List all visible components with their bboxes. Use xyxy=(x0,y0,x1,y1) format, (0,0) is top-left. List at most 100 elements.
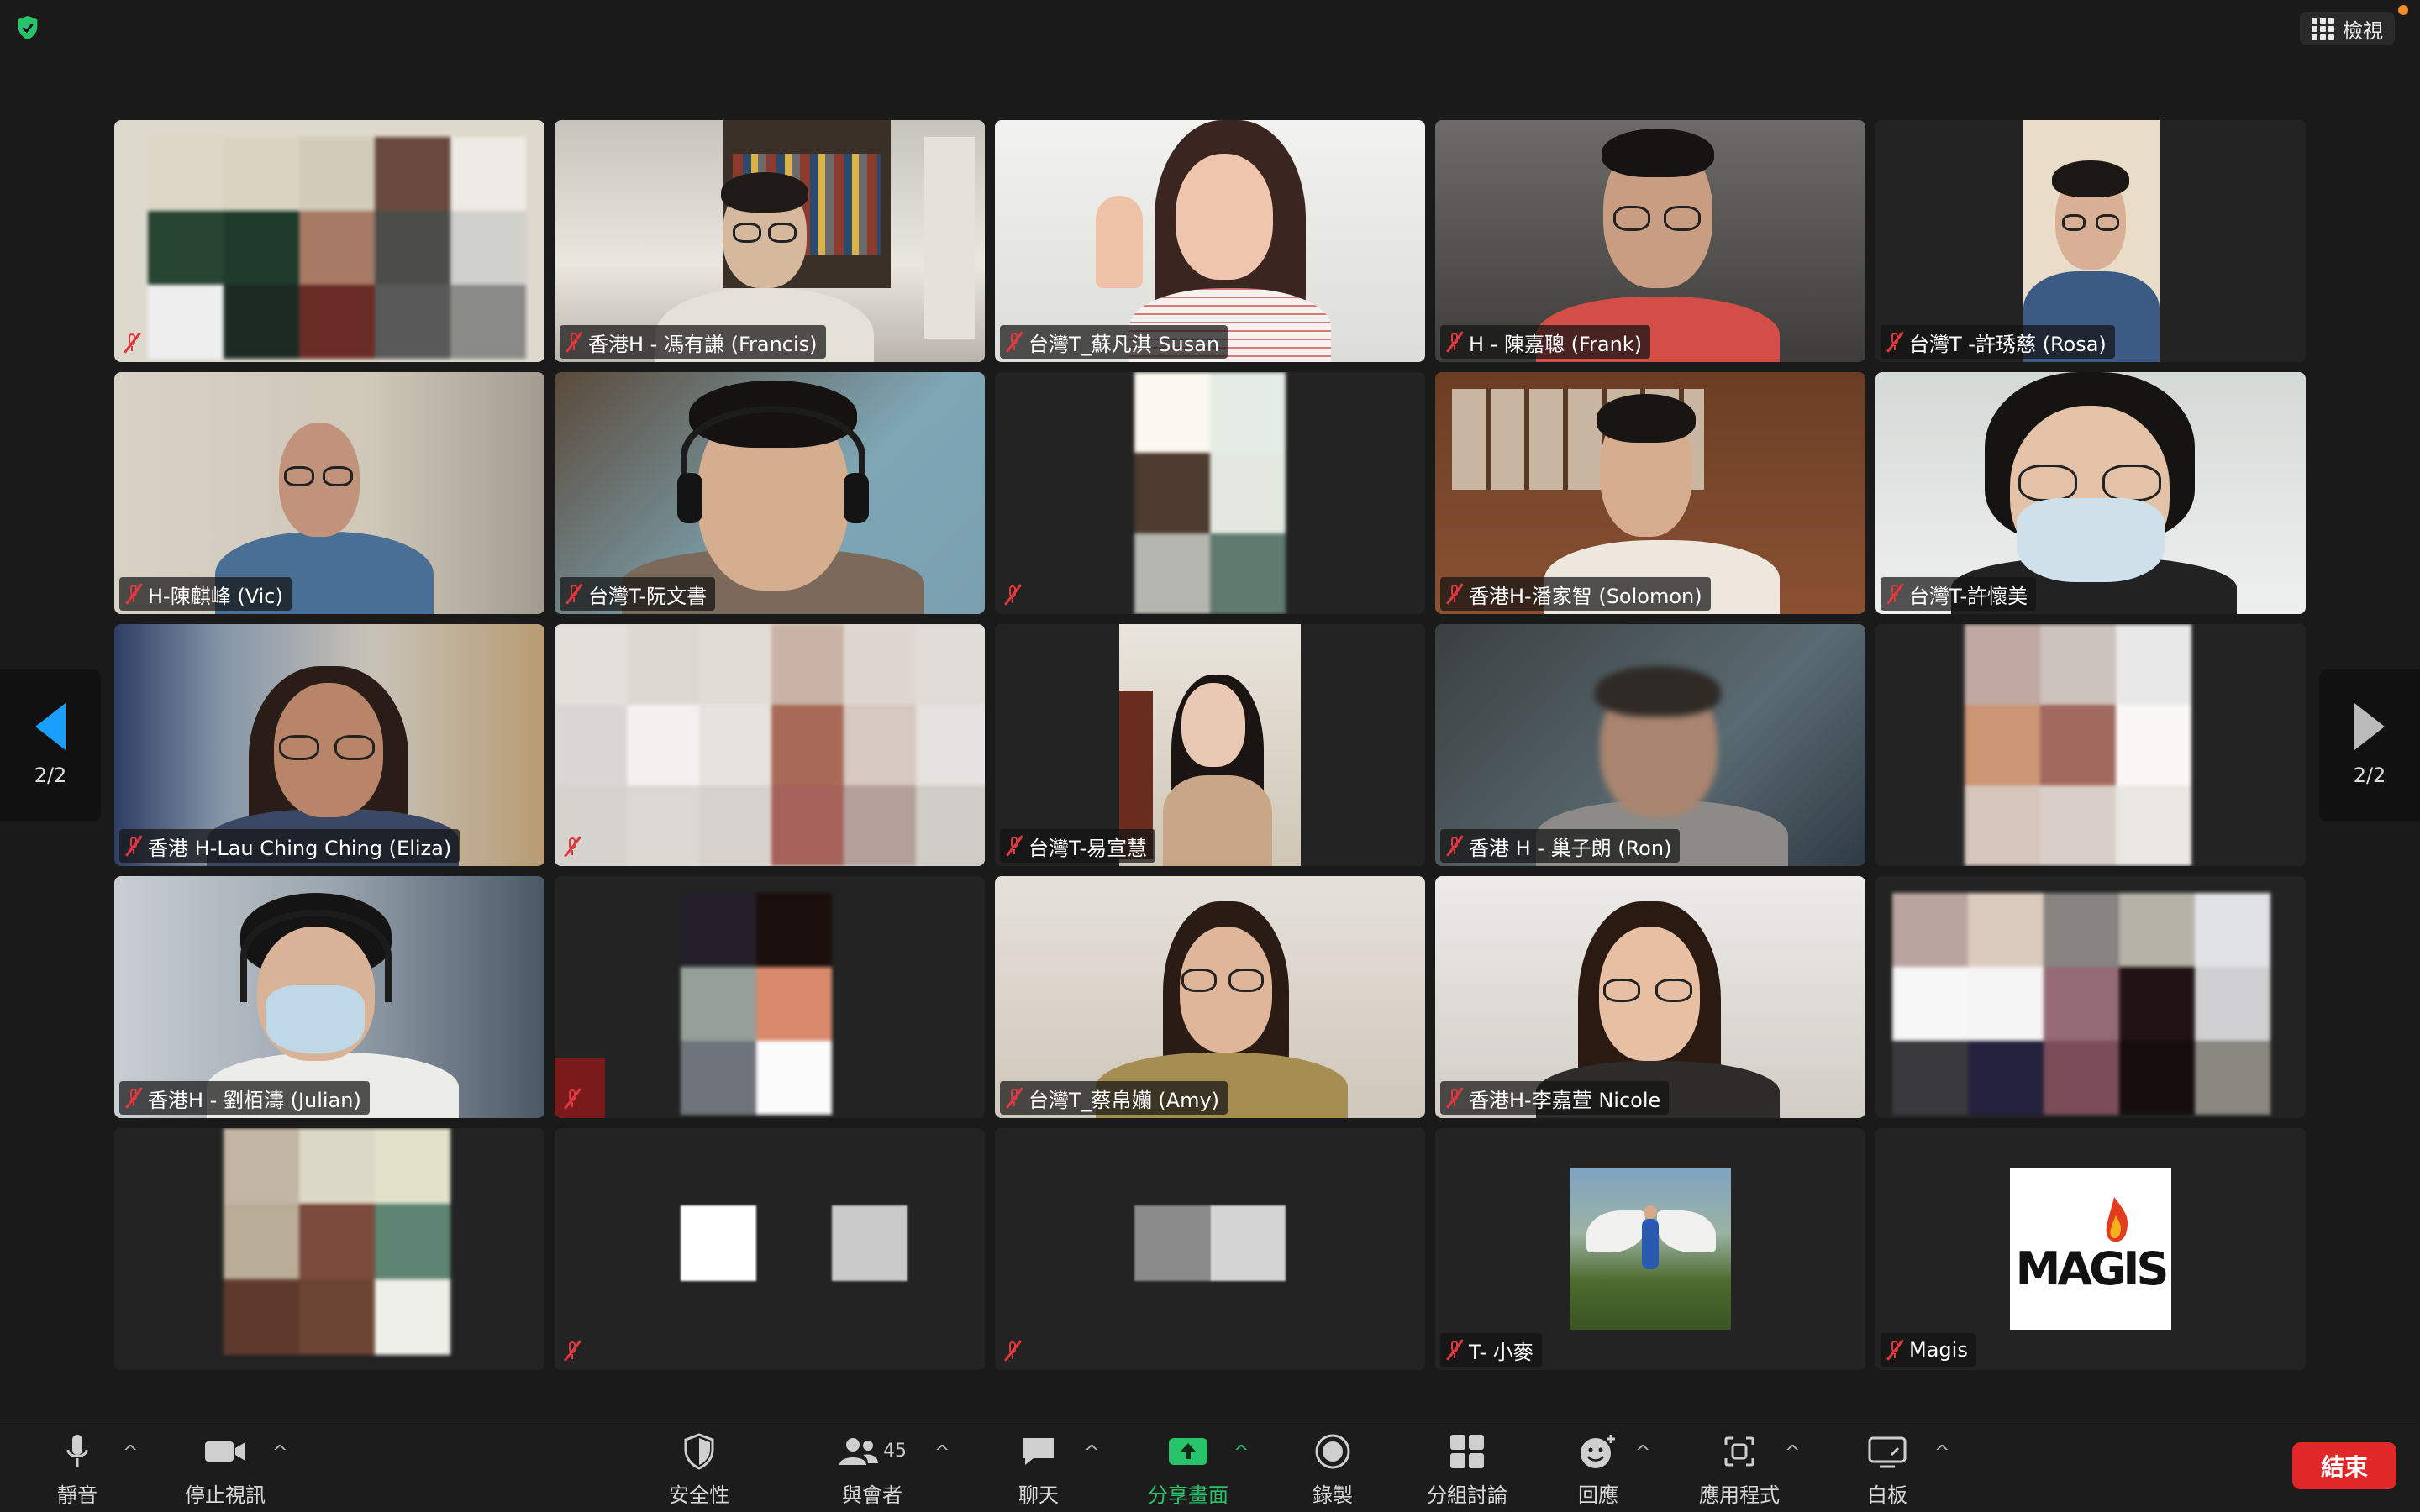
participant-nameplate: 香港H - 劉栢濤 (Julian) xyxy=(119,1081,370,1115)
chat-button[interactable]: 聊天 xyxy=(1015,1432,1062,1508)
muted-mic-icon xyxy=(1446,1087,1464,1109)
muted-mic-icon xyxy=(1004,584,1022,606)
video-tile[interactable]: MAGIS Magis xyxy=(1876,1128,2306,1370)
muted-mic-icon xyxy=(564,1088,581,1110)
muted-mic-icon xyxy=(124,332,141,354)
video-tile[interactable]: 台灣T-易宣慧 xyxy=(995,624,1425,866)
video-tile[interactable] xyxy=(555,624,985,866)
video-tile[interactable]: T- 小麥 xyxy=(1435,1128,1865,1370)
smiley-plus-icon xyxy=(1581,1434,1615,1468)
participant-nameplate: 台灣T_蔡帛孏 (Amy) xyxy=(1000,1081,1228,1115)
video-tile[interactable] xyxy=(1876,624,2306,866)
mute-button[interactable]: 靜音 xyxy=(54,1432,101,1508)
muted-mic-icon xyxy=(1446,1339,1464,1361)
video-tile[interactable]: 香港 H - 巢子朗 (Ron) xyxy=(1435,624,1865,866)
participant-name: H - 陳嘉聰 (Frank) xyxy=(1469,332,1643,356)
share-screen-icon xyxy=(1169,1437,1207,1465)
video-tile[interactable]: 台灣T -許琇慈 (Rosa) xyxy=(1876,120,2306,362)
right-arrow-icon xyxy=(2354,703,2385,750)
end-meeting-button[interactable]: 結束 xyxy=(2292,1442,2396,1489)
record-button[interactable]: 錄製 xyxy=(1307,1432,1358,1508)
view-button[interactable]: 檢視 xyxy=(2300,12,2395,45)
whiteboard-options-caret-icon[interactable]: ^ xyxy=(1934,1442,1949,1463)
video-tile[interactable]: 香港 H-Lau Ching Ching (Eliza) xyxy=(114,624,544,866)
video-tile[interactable] xyxy=(114,1128,544,1370)
video-tile[interactable]: H-陳麒峰 (Vic) xyxy=(114,372,544,614)
microphone-icon xyxy=(66,1434,88,1467)
shield-icon xyxy=(684,1432,714,1470)
participant-nameplate: Magis xyxy=(1881,1333,1976,1367)
video-tile[interactable] xyxy=(114,120,544,362)
stop-video-button[interactable]: 停止視訊 xyxy=(182,1432,269,1508)
left-arrow-icon xyxy=(35,703,66,750)
participants-icon xyxy=(839,1437,878,1465)
participants-button[interactable]: 45 與會者 xyxy=(830,1432,914,1508)
chat-options-caret-icon[interactable]: ^ xyxy=(1084,1442,1099,1463)
video-tile[interactable]: 香港H - 馮有謙 (Francis) xyxy=(555,120,985,362)
muted-mic-icon xyxy=(125,1087,143,1109)
participant-nameplate: 香港 H - 巢子朗 (Ron) xyxy=(1440,829,1681,863)
record-label: 錄製 xyxy=(1313,1483,1353,1507)
whiteboard-button[interactable]: 白板 xyxy=(1864,1432,1911,1508)
video-tile[interactable] xyxy=(555,1128,985,1370)
video-tile[interactable]: H - 陳嘉聰 (Frank) xyxy=(1435,120,1865,362)
participant-nameplate: 台灣T-易宣慧 xyxy=(1000,829,1156,863)
participant-name: 台灣T_蔡帛孏 (Amy) xyxy=(1028,1088,1220,1112)
participant-name: 香港 H - 巢子朗 (Ron) xyxy=(1469,836,1672,860)
video-tile[interactable]: 台灣T-許懷美 xyxy=(1876,372,2306,614)
reactions-label: 回應 xyxy=(1578,1483,1618,1507)
video-tile[interactable]: 台灣T_蔡帛孏 (Amy) xyxy=(995,876,1425,1118)
muted-mic-icon xyxy=(125,835,143,857)
participant-name: 台灣T-易宣慧 xyxy=(1028,836,1148,860)
participant-nameplate: 台灣T_蘇凡淇 Susan xyxy=(1000,325,1228,359)
video-tile[interactable] xyxy=(995,1128,1425,1370)
security-shield-icon[interactable] xyxy=(13,13,42,42)
participant-name: T- 小麥 xyxy=(1469,1340,1534,1364)
video-tile[interactable] xyxy=(995,372,1425,614)
share-options-caret-icon[interactable]: ^ xyxy=(1234,1442,1249,1463)
participant-name: 台灣T -許琇慈 (Rosa) xyxy=(1909,332,2107,356)
next-page-button[interactable]: 2/2 xyxy=(2319,669,2420,821)
apps-options-caret-icon[interactable]: ^ xyxy=(1785,1442,1800,1463)
video-tile[interactable]: 香港H-李嘉萱 Nicole xyxy=(1435,876,1865,1118)
view-label: 檢視 xyxy=(2343,18,2383,43)
video-tile[interactable]: 台灣T-阮文書 xyxy=(555,372,985,614)
breakout-rooms-icon xyxy=(1450,1434,1484,1468)
muted-mic-icon xyxy=(1004,1340,1022,1362)
reactions-options-caret-icon[interactable]: ^ xyxy=(1635,1442,1650,1463)
muted-mic-icon xyxy=(1446,583,1464,605)
participant-nameplate: 香港H-潘家智 (Solomon) xyxy=(1440,577,1711,611)
video-tile[interactable] xyxy=(1876,876,2306,1118)
zoom-meeting-window: 檢視 2/2 2/2 香港H - 馮有謙 (Francis) 台灣T_蘇凡淇 S… xyxy=(0,0,2420,1512)
muted-mic-icon xyxy=(1006,1087,1023,1109)
participant-nameplate: H-陳麒峰 (Vic) xyxy=(119,577,292,611)
security-label: 安全性 xyxy=(669,1483,729,1507)
muted-mic-icon xyxy=(1886,1339,1904,1361)
participant-nameplate: T- 小麥 xyxy=(1440,1333,1542,1367)
stop-video-label: 停止視訊 xyxy=(185,1483,266,1507)
previous-page-button[interactable]: 2/2 xyxy=(0,669,101,821)
apps-button[interactable]: 應用程式 xyxy=(1696,1432,1783,1508)
participant-name: 台灣T-阮文書 xyxy=(588,584,708,608)
participants-label: 與會者 xyxy=(842,1483,902,1507)
video-tile[interactable]: 香港H - 劉栢濤 (Julian) xyxy=(114,876,544,1118)
participant-name: 台灣T-許懷美 xyxy=(1909,584,2028,608)
breakout-rooms-button[interactable]: 分組討論 xyxy=(1425,1432,1509,1508)
grid-view-icon xyxy=(2312,17,2334,40)
participant-nameplate: 香港H-李嘉萱 Nicole xyxy=(1440,1081,1670,1115)
participants-options-caret-icon[interactable]: ^ xyxy=(934,1442,950,1463)
video-tile[interactable]: 台灣T_蘇凡淇 Susan xyxy=(995,120,1425,362)
participant-name: 台灣T_蘇凡淇 Susan xyxy=(1028,332,1220,356)
reactions-button[interactable]: 回應 xyxy=(1575,1432,1622,1508)
video-options-caret-icon[interactable]: ^ xyxy=(272,1442,287,1463)
whiteboard-label: 白板 xyxy=(1867,1483,1907,1507)
video-tile[interactable]: 香港H-潘家智 (Solomon) xyxy=(1435,372,1865,614)
audio-options-caret-icon[interactable]: ^ xyxy=(123,1442,138,1463)
participant-name: 香港H - 馮有謙 (Francis) xyxy=(588,332,818,356)
share-screen-button[interactable]: 分享畫面 xyxy=(1144,1432,1232,1508)
security-button[interactable]: 安全性 xyxy=(666,1432,733,1508)
muted-mic-icon xyxy=(1446,835,1464,857)
muted-mic-icon xyxy=(1006,835,1023,857)
muted-mic-icon xyxy=(566,583,583,605)
video-tile[interactable] xyxy=(555,876,985,1118)
